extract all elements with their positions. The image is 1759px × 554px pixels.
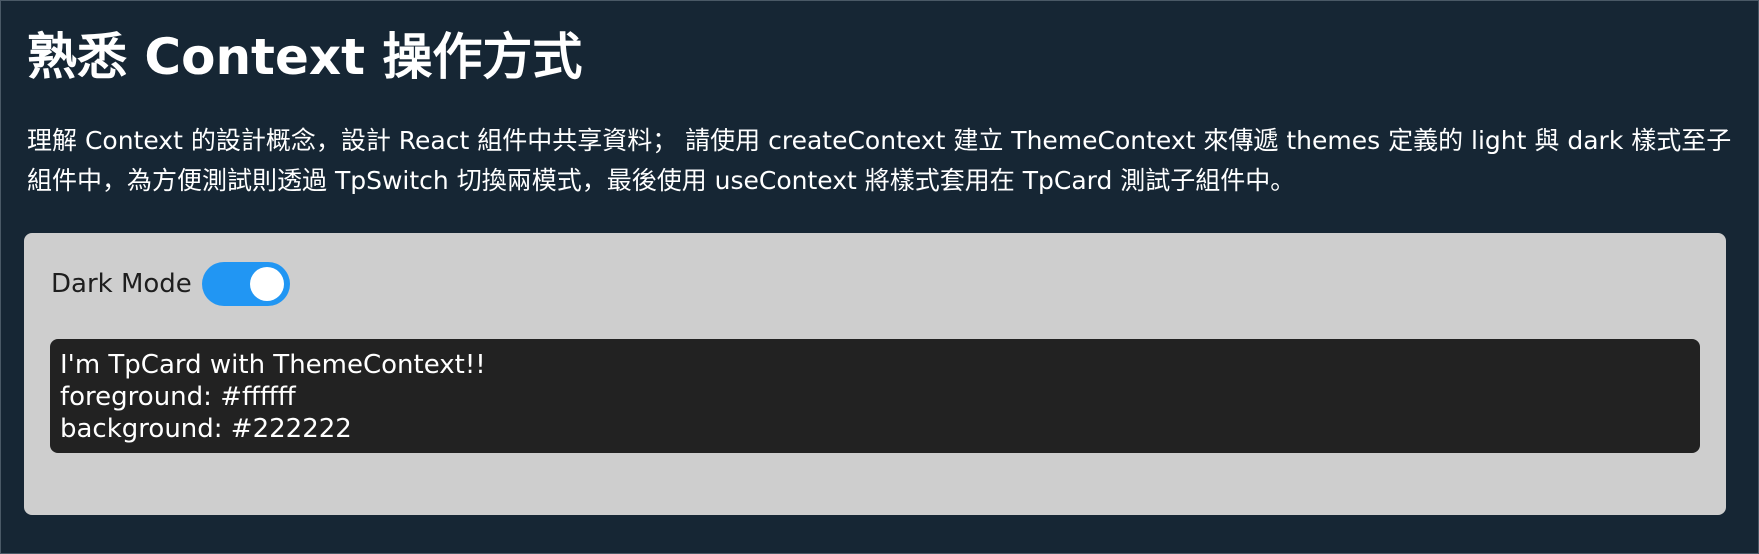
- tp-card-heading: I'm TpCard with ThemeContext!!: [60, 350, 486, 380]
- tp-card-foreground: foreground: #ffffff: [60, 382, 296, 412]
- tp-card: I'm TpCard with ThemeContext!! foregroun…: [50, 339, 1700, 453]
- page-description: 理解 Context 的設計概念，設計 React 組件中共享資料； 請使用 c…: [27, 126, 1732, 195]
- switch-knob: [249, 267, 284, 301]
- page-title: 熟悉 Context 操作方式: [27, 28, 583, 86]
- dark-mode-toggle-row: Dark Mode: [51, 261, 290, 307]
- theme-panel: Dark Mode I'm TpCard with ThemeContext!!…: [24, 233, 1726, 515]
- dark-mode-switch[interactable]: [201, 262, 290, 306]
- tp-card-background: background: #222222: [60, 414, 352, 444]
- dark-mode-label: Dark Mode: [51, 269, 192, 299]
